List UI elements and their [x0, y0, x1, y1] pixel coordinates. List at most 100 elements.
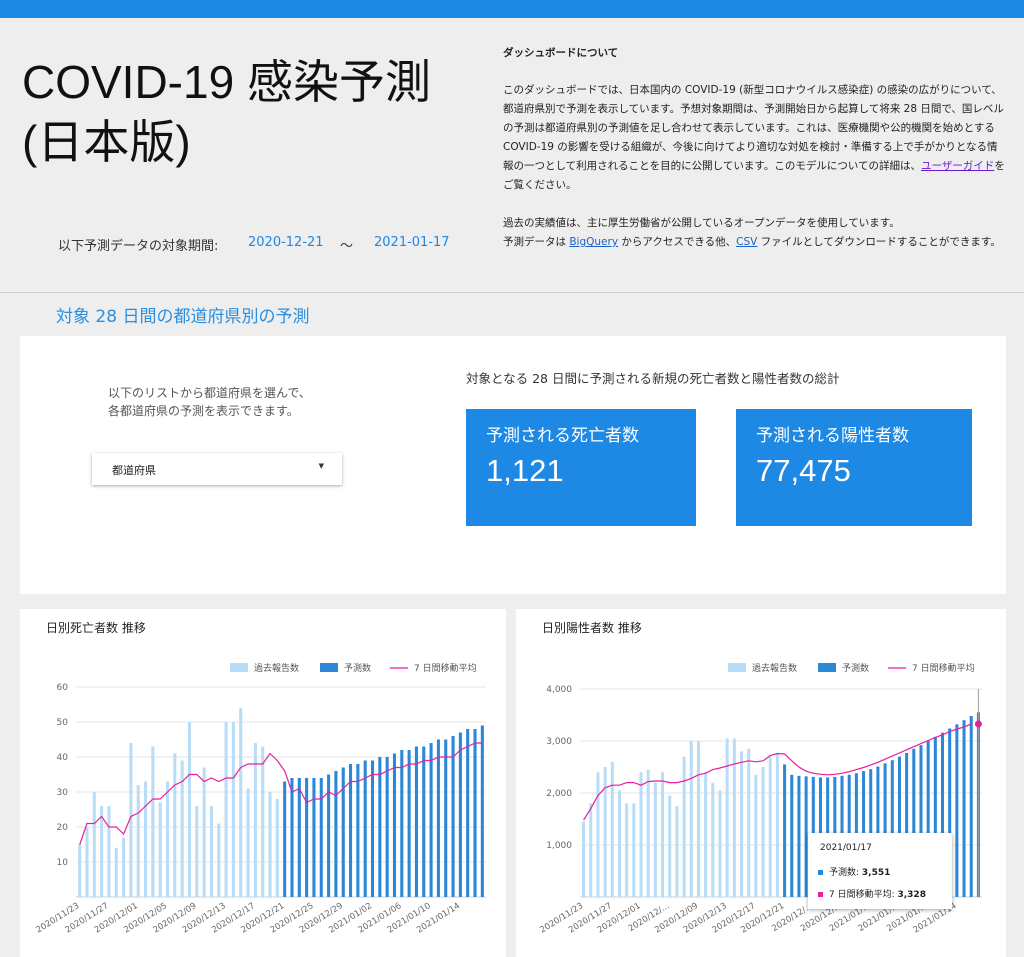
predicted-bar: [458, 732, 462, 897]
page-title: COVID-19 感染予測 (日本版): [22, 52, 431, 172]
predicted-bar: [378, 757, 382, 897]
reported-bar: [122, 837, 126, 897]
reported-bar: [675, 806, 679, 897]
predicted-bar: [473, 729, 477, 897]
predicted-bar: [312, 778, 316, 897]
prefecture-dropdown[interactable]: 都道府県 ▼: [92, 453, 342, 485]
reported-bar: [603, 767, 607, 897]
header-divider: [0, 292, 1024, 293]
y-tick-label: 3,000: [546, 737, 572, 747]
tooltip-average-row: 7 日間移動平均: 3,328: [818, 887, 926, 900]
reported-bar: [625, 803, 629, 897]
predicted-bar: [444, 739, 448, 897]
predicted-bar: [363, 760, 367, 897]
tooltip-predicted-dot: [818, 870, 823, 875]
tooltip-predicted-row: 予測数: 3,551: [818, 865, 890, 878]
period-separator: 〜: [340, 239, 354, 254]
predicted-bar: [385, 757, 389, 897]
totals-caption: 対象となる 28 日間に予測される新規の死亡者数と陽性者数の総計: [466, 371, 840, 386]
bigquery-link[interactable]: BigQuery: [569, 236, 618, 248]
reported-bar: [224, 722, 228, 897]
reported-bar: [165, 781, 170, 897]
predicted-bar: [407, 750, 411, 897]
reported-bar: [704, 772, 708, 897]
predicted-bar: [414, 746, 418, 897]
prefecture-forecast-card: 以下のリストから都道府県を選んで、 各都道府県の予測を表示できます。 都道府県 …: [20, 336, 1006, 594]
predicted-bar: [436, 739, 440, 897]
section-title: 対象 28 日間の都道府県別の予測: [56, 307, 310, 327]
reported-bar: [78, 844, 82, 897]
predicted-bar: [305, 778, 309, 897]
predicted-bar: [962, 720, 966, 897]
reported-bar: [661, 772, 665, 897]
y-tick-label: 30: [57, 788, 69, 798]
predicted-cases-label: 予測される陽性者数: [756, 426, 909, 446]
predicted-bar: [400, 750, 404, 897]
reported-bar: [114, 848, 118, 897]
reported-bar: [682, 756, 686, 897]
predicted-bar: [797, 775, 801, 897]
user-guide-link[interactable]: ユーザーガイド: [921, 160, 994, 172]
reported-bar: [646, 769, 650, 897]
predicted-bar: [356, 764, 360, 897]
deaths-chart[interactable]: 1020304050602020/11/232020/11/272020/12/…: [20, 609, 506, 957]
reported-bar: [711, 782, 715, 897]
reported-bar: [754, 774, 758, 897]
predicted-bar: [451, 736, 455, 897]
legend-reported-label: 過去報告数: [254, 662, 299, 674]
y-tick-label: 40: [57, 753, 69, 763]
reported-bar: [747, 748, 751, 897]
reported-bar: [718, 790, 722, 897]
predicted-bar: [790, 774, 794, 897]
legend-reported-label: 過去報告数: [752, 662, 797, 674]
reported-bar: [239, 708, 243, 897]
reported-bar: [768, 756, 772, 897]
y-tick-label: 1,000: [546, 841, 572, 851]
reported-bar: [100, 806, 104, 897]
reported-bar: [696, 741, 700, 897]
reported-bar: [209, 806, 213, 897]
reported-bar: [246, 788, 250, 897]
reported-bar: [253, 743, 257, 897]
chart-tooltip: 2021/01/17 予測数: 3,551 7 日間移動平均: 3,328: [808, 833, 952, 909]
predicted-bar: [319, 778, 323, 897]
reported-bar: [195, 806, 199, 897]
predicted-cases-card: 予測される陽性者数 77,475: [736, 409, 972, 526]
reported-bar: [689, 741, 693, 897]
csv-link[interactable]: CSV: [736, 236, 757, 248]
hover-point-marker: [974, 720, 982, 728]
reported-bar: [268, 792, 272, 897]
predicted-bar: [290, 778, 294, 897]
page-title-line2: (日本版): [22, 116, 191, 168]
reported-bar: [582, 821, 586, 897]
predicted-bar: [283, 781, 287, 897]
legend-predicted-swatch: [320, 663, 338, 672]
predicted-bar: [955, 724, 959, 897]
prefecture-dropdown-label: 都道府県: [112, 464, 156, 477]
predicted-bar: [429, 743, 433, 897]
predicted-bar: [392, 753, 397, 897]
reported-bar: [144, 781, 148, 897]
reported-bar: [107, 806, 111, 897]
page-title-line1: COVID-19 感染予測: [22, 56, 431, 108]
predicted-bar: [480, 725, 484, 897]
reported-bar: [151, 746, 155, 897]
about-heading: ダッシュボードについて: [503, 47, 619, 59]
reported-bar: [187, 722, 192, 897]
y-tick-label: 50: [57, 718, 69, 728]
reported-bar: [202, 767, 206, 897]
legend-predicted-label: 予測数: [344, 662, 371, 674]
forecast-period: 以下予測データの対象期間: 2020-12-21 〜 2021-01-17: [58, 235, 450, 254]
reported-bar: [610, 761, 614, 897]
legend-predicted-label: 予測数: [842, 662, 869, 674]
reported-bar: [617, 790, 621, 897]
reported-bar: [596, 772, 600, 897]
reported-bar: [261, 746, 265, 897]
legend-moving-average-label: 7 日間移動平均: [414, 662, 477, 674]
chevron-down-icon: ▼: [318, 462, 324, 470]
predicted-bar: [969, 716, 973, 897]
predicted-bar: [334, 771, 338, 897]
moving-average-line: [79, 742, 483, 845]
legend-moving-average-label: 7 日間移動平均: [912, 662, 975, 674]
tooltip-date: 2021/01/17: [820, 843, 872, 853]
